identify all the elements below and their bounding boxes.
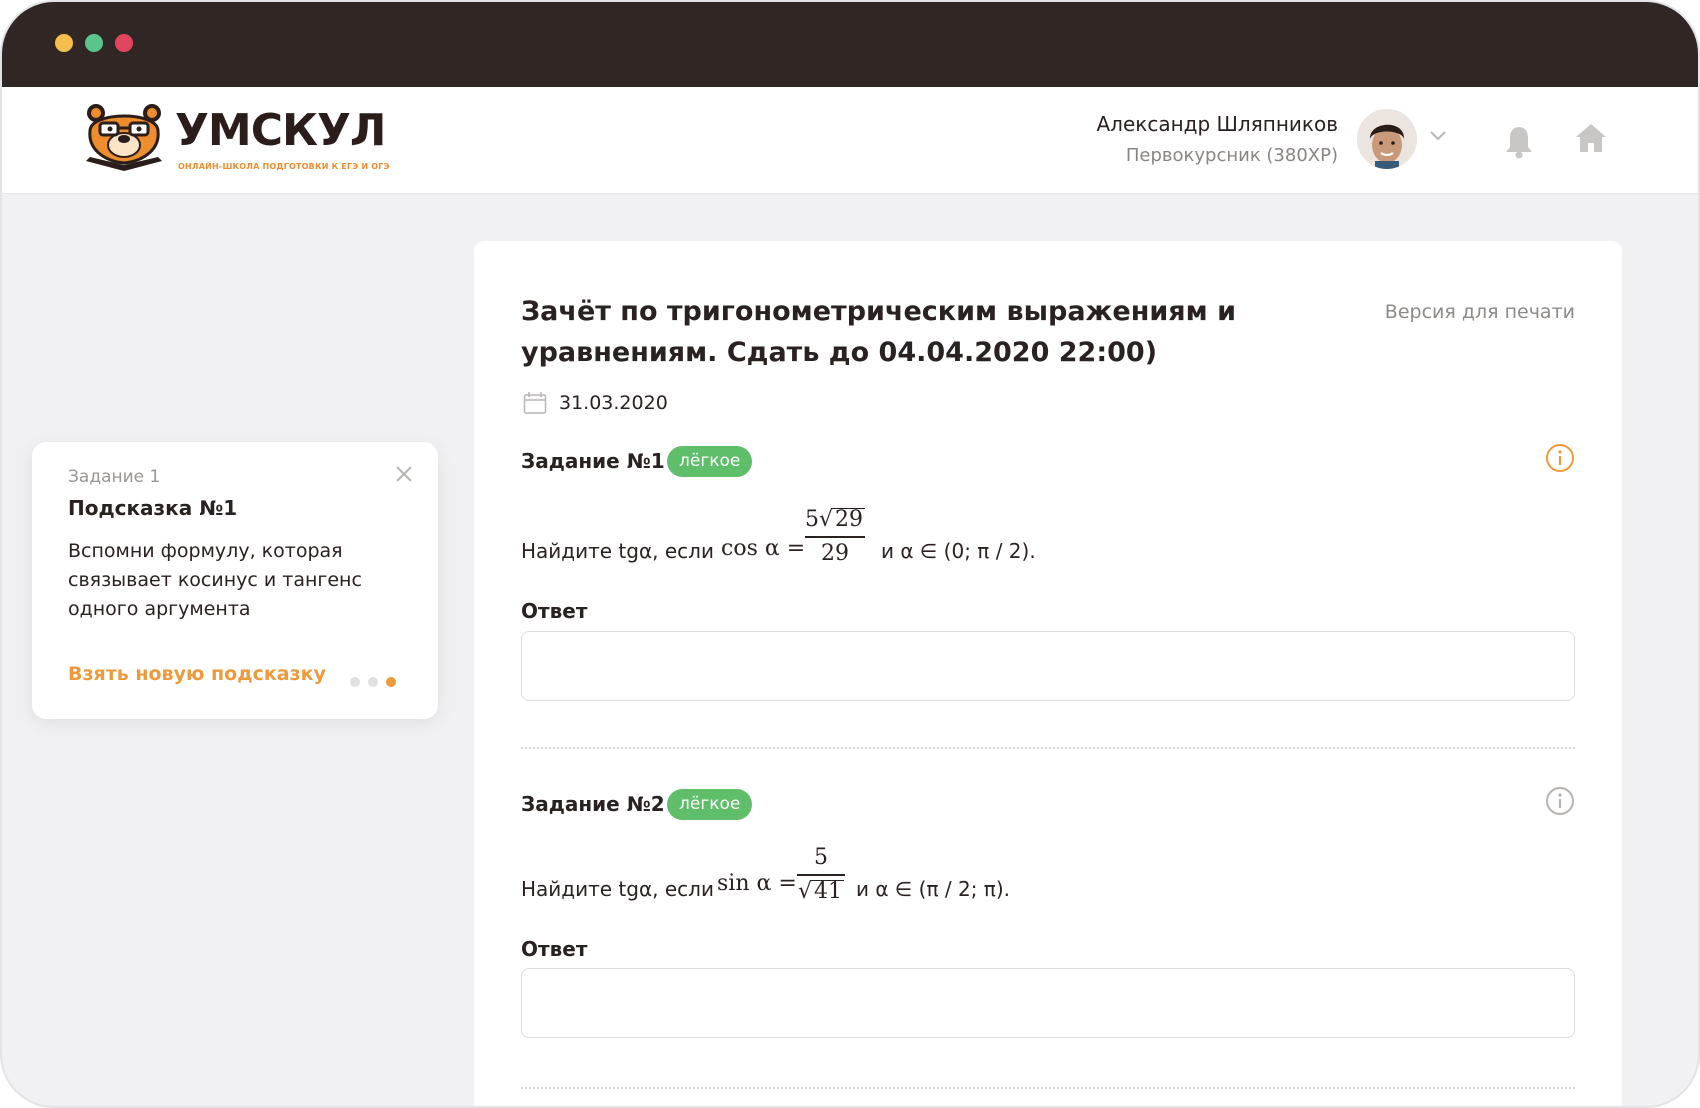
calendar-icon [523, 392, 547, 414]
task-title: Задание №1 [521, 449, 665, 473]
assignment-card: Зачёт по тригонометрическим выражениям и… [474, 241, 1622, 1106]
task-divider [521, 1087, 1575, 1089]
page-title: Зачёт по тригонометрическим выражениям и… [521, 296, 1237, 368]
formula-fraction: 5√29 29 [805, 507, 866, 567]
answer-input[interactable] [521, 968, 1575, 1038]
fraction-numerator: 5√29 [805, 507, 866, 533]
answer-label: Ответ [521, 937, 588, 961]
home-icon[interactable] [1574, 122, 1608, 154]
new-hint-button[interactable]: Взять новую подсказку [68, 663, 326, 685]
avatar[interactable] [1357, 109, 1417, 169]
task-divider [521, 747, 1575, 749]
fraction-bar [797, 874, 845, 876]
window-minimize-dot[interactable] [55, 34, 73, 52]
info-icon[interactable] [1545, 443, 1575, 473]
fraction-denominator: √41 [797, 879, 845, 905]
hint-pager [350, 672, 404, 691]
numerator-coefficient: 5 [805, 507, 819, 532]
user-name[interactable]: Александр Шляпников [1096, 112, 1338, 136]
bell-icon[interactable] [1505, 125, 1533, 159]
task-title: Задание №2 [521, 792, 665, 816]
window-maximize-dot[interactable] [85, 34, 103, 52]
denominator-radicand: 41 [812, 878, 845, 904]
site-header: УМСКУЛ ОНЛАЙН-ШКОЛА ПОДГОТОВКИ К ЕГЭ И О… [2, 87, 1698, 194]
formula-function: sin α = [717, 871, 797, 896]
print-version-link[interactable]: Версия для печати [1385, 301, 1575, 323]
problem-text: Найдите tgα, если [521, 877, 714, 901]
fraction-denominator: 29 [821, 540, 849, 566]
assignment-date: 31.03.2020 [559, 392, 668, 414]
difficulty-badge: лёгкое [667, 789, 753, 820]
fraction-numerator: 5 [814, 845, 828, 870]
logo-subtitle: ОНЛАЙН-ШКОЛА ПОДГОТОВКИ К ЕГЭ И ОГЭ [178, 162, 390, 171]
hint-text: Вспомни формулу, которая связывает косин… [68, 540, 362, 620]
site-logo[interactable]: УМСКУЛ ОНЛАЙН-ШКОЛА ПОДГОТОВКИ К ЕГЭ И О… [82, 101, 389, 181]
hint-pager-dot-active[interactable] [386, 677, 396, 687]
difficulty-badge: лёгкое [667, 446, 753, 477]
info-icon[interactable] [1545, 786, 1575, 816]
problem-condition: и α ∈ (π / 2; π). [856, 877, 1010, 901]
formula-fraction: 5 √41 [797, 845, 845, 905]
hint-pager-dot[interactable] [368, 677, 378, 687]
problem-condition: и α ∈ (0; π / 2). [881, 539, 1036, 563]
problem-text: Найдите tgα, если [521, 539, 714, 563]
chevron-down-icon[interactable] [1430, 131, 1446, 141]
bear-logo-icon [86, 104, 162, 171]
hint-card: Задание 1 Подсказка №1 Вспомни формулу, … [32, 442, 438, 719]
window-close-dot[interactable] [115, 34, 133, 52]
formula-function: cos α = [721, 536, 806, 561]
fraction-bar [805, 536, 865, 538]
answer-input[interactable] [521, 631, 1575, 701]
hint-title: Подсказка №1 [68, 496, 238, 520]
sqrt-sign: √ [797, 878, 813, 904]
sqrt-sign: √ [819, 507, 834, 532]
numerator-radicand: 29 [833, 507, 866, 532]
app-window: УМСКУЛ ОНЛАЙН-ШКОЛА ПОДГОТОВКИ К ЕГЭ И О… [0, 0, 1700, 1108]
hint-pager-dot[interactable] [350, 677, 360, 687]
logo-title: УМСКУЛ [175, 105, 386, 156]
user-level: Первокурсник (380XP) [1125, 145, 1338, 166]
window-titlebar [2, 2, 1698, 87]
answer-label: Ответ [521, 599, 588, 623]
avatar-image [1357, 109, 1417, 169]
close-icon[interactable] [394, 464, 414, 484]
hint-task-label: Задание 1 [68, 467, 161, 487]
